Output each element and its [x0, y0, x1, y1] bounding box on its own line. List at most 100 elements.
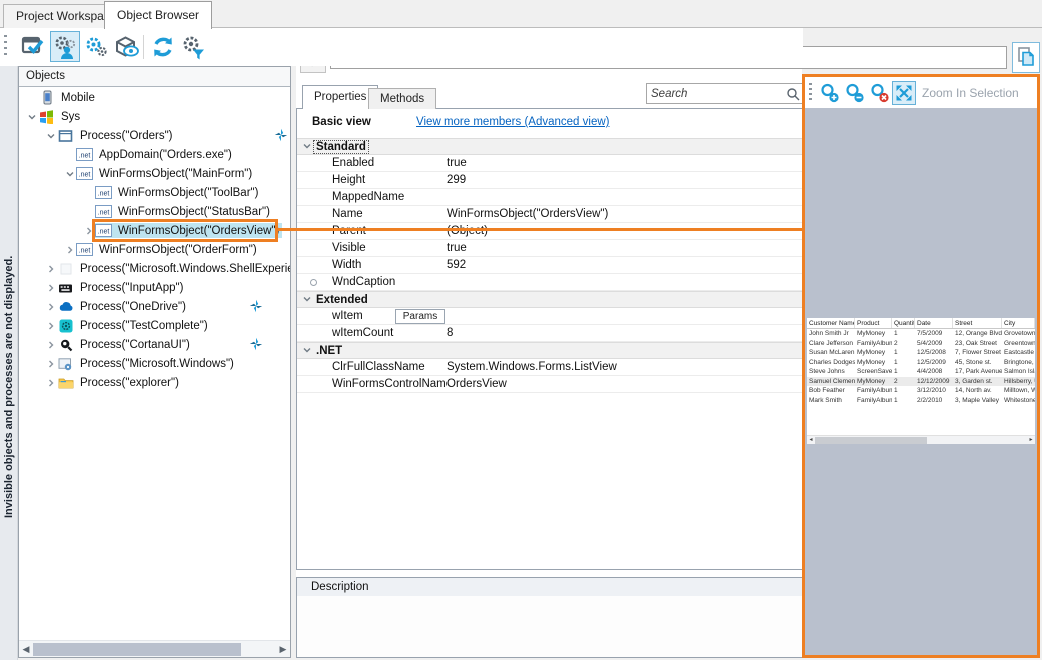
- property-row-wndcaption[interactable]: WndCaption: [297, 274, 802, 291]
- property-group-net[interactable]: .NET: [297, 342, 802, 359]
- property-name: WinFormsControlName: [332, 378, 447, 390]
- tree-expanded-chevron-icon[interactable]: [25, 110, 38, 123]
- scroll-left-arrow-icon[interactable]: ◀: [20, 643, 32, 655]
- tree-item-process-inputapp[interactable]: Process("InputApp"): [19, 278, 290, 297]
- tree-spacer: [25, 91, 38, 104]
- objects-tree-panel: Objects MobileSysProcess("Orders").netAp…: [18, 66, 291, 658]
- tree-item-label: Process("InputApp"): [77, 281, 186, 295]
- preview-cell: 12, Orange Blvd: [953, 329, 1002, 339]
- preview-cell: Greentown, CA: [1002, 339, 1035, 349]
- preview-cell: Clare Jefferson: [807, 339, 855, 349]
- object-visibility-icon[interactable]: [112, 31, 142, 62]
- property-value: System.Windows.Forms.ListView: [447, 361, 617, 373]
- property-group-extended[interactable]: Extended: [297, 291, 802, 308]
- tree-item-label: Process("Microsoft.Windows"): [77, 357, 237, 371]
- tree-collapsed-chevron-icon[interactable]: [44, 376, 57, 389]
- group-expanded-chevron-icon[interactable]: [302, 141, 314, 153]
- zoom-in-icon[interactable]: [817, 81, 841, 105]
- property-row-clrfullclassname[interactable]: ClrFullClassNameSystem.Windows.Forms.Lis…: [297, 359, 802, 376]
- properties-page: Basic view View more members (Advanced v…: [296, 108, 803, 570]
- zoom-selection-panel: Zoom In Selection Customer NameProductQu…: [802, 74, 1040, 658]
- services-gears-icon[interactable]: [81, 31, 111, 62]
- keyboard-icon: [57, 280, 74, 295]
- preview-data-row: Charles DodgesonMyMoney112/5/200945, Sto…: [807, 358, 1035, 368]
- tree-horizontal-scrollbar[interactable]: ◀ ▶: [19, 640, 290, 657]
- tree-collapsed-chevron-icon[interactable]: [44, 357, 57, 370]
- zoom-cancel-icon[interactable]: [867, 81, 891, 105]
- tree-item-winformsobject-mainform[interactable]: .netWinFormsObject("MainForm"): [19, 164, 290, 183]
- tree-item-label: Mobile: [58, 91, 98, 105]
- search-input[interactable]: [651, 85, 785, 102]
- tree-item-winformsobject-toolbar[interactable]: .netWinFormsObject("ToolBar"): [19, 183, 290, 202]
- group-expanded-chevron-icon[interactable]: [302, 345, 314, 357]
- tree-collapsed-chevron-icon[interactable]: [44, 300, 57, 313]
- filter-gear-icon[interactable]: [178, 31, 208, 62]
- property-row-parent[interactable]: Parent(Object)···: [297, 223, 802, 240]
- object-spy-icon[interactable]: [50, 31, 80, 62]
- toolbar-grip[interactable]: [4, 35, 7, 59]
- window-check-icon[interactable]: [19, 31, 49, 62]
- property-row-visible[interactable]: Visibletrue: [297, 240, 802, 257]
- tree-item-process-orders[interactable]: Process("Orders"): [19, 126, 290, 145]
- preview-cell: 1: [892, 396, 915, 406]
- tree-collapsed-chevron-icon[interactable]: [44, 319, 57, 332]
- tree-expanded-chevron-icon[interactable]: [44, 129, 57, 142]
- advanced-view-link[interactable]: View more members (Advanced view): [416, 116, 609, 128]
- preview-cell: Eastcastle: [1002, 348, 1035, 358]
- property-row-witemcount[interactable]: wItemCount8: [297, 325, 802, 342]
- preview-cell: Charles Dodgeson: [807, 358, 855, 368]
- tree-item-process-microsoft-windows[interactable]: Process("Microsoft.Windows"): [19, 354, 290, 373]
- tree-collapsed-chevron-icon[interactable]: [63, 243, 76, 256]
- preview-cell: 4/4/2008: [915, 367, 953, 377]
- tree-collapsed-chevron-icon[interactable]: [44, 281, 57, 294]
- property-row-winformscontrolname[interactable]: WinFormsControlNameOrdersView: [297, 376, 802, 393]
- share-badge-icon: [274, 128, 289, 143]
- params-button[interactable]: Params: [395, 309, 445, 324]
- tab-object-browser[interactable]: Object Browser: [104, 1, 212, 29]
- zoom-toolbar-grip[interactable]: [809, 83, 812, 103]
- property-row-mappedname[interactable]: MappedName: [297, 189, 802, 206]
- property-row-name[interactable]: NameWinFormsObject("OrdersView"): [297, 206, 802, 223]
- preview-cell: 23, Oak Street: [953, 339, 1002, 349]
- tree-item-mobile[interactable]: Mobile: [19, 88, 290, 107]
- scroll-right-arrow-icon[interactable]: ▶: [277, 643, 289, 655]
- zoom-out-icon[interactable]: [842, 81, 866, 105]
- tree-spacer: [82, 205, 95, 218]
- preview-header-row: Customer NameProductQuantityDateStreetCi…: [807, 318, 1035, 329]
- preview-scrollbar: ◂ ▸: [807, 435, 1035, 444]
- preview-cell: 12/12/2009: [915, 377, 953, 387]
- tree-item-process-testcomplete[interactable]: Process("TestComplete"): [19, 316, 290, 335]
- property-name: Width: [332, 259, 447, 271]
- tree-spacer: [82, 186, 95, 199]
- tree-item-appdomain-orders-exe[interactable]: .netAppDomain("Orders.exe"): [19, 145, 290, 164]
- fit-selection-icon[interactable]: [892, 81, 916, 105]
- preview-cell: FamilyAlbum: [855, 339, 892, 349]
- preview-data-row: Steve JohnsScreenSaver14/4/200817, Park …: [807, 367, 1035, 377]
- property-row-width[interactable]: Width592: [297, 257, 802, 274]
- tree-item-winformsobject-orderform[interactable]: .netWinFormsObject("OrderForm"): [19, 240, 290, 259]
- property-group-name: .NET: [314, 345, 344, 357]
- tree-item-process-onedrive[interactable]: Process("OneDrive"): [19, 297, 290, 316]
- property-name: wItemCount: [332, 327, 447, 339]
- copy-button[interactable]: [1012, 42, 1040, 73]
- tree-item-process-cortanaui[interactable]: Process("CortanaUI"): [19, 335, 290, 354]
- tree-item-process-explorer[interactable]: Process("explorer"): [19, 373, 290, 392]
- tree-expanded-chevron-icon[interactable]: [63, 167, 76, 180]
- tree-item-sys[interactable]: Sys: [19, 107, 290, 126]
- tree-item-process-microsoft-windows-shellexperience[interactable]: Process("Microsoft.Windows.ShellExperien…: [19, 259, 290, 278]
- group-expanded-chevron-icon[interactable]: [302, 294, 314, 306]
- tree-collapsed-chevron-icon[interactable]: [44, 262, 57, 275]
- tab-properties[interactable]: Properties: [302, 85, 378, 109]
- property-row-witem[interactable]: wItemParams: [297, 308, 802, 325]
- preview-cell: 2/2/2010: [915, 396, 953, 406]
- tab-methods[interactable]: Methods: [368, 88, 436, 109]
- tree-scrollbar-thumb[interactable]: [33, 643, 241, 656]
- svg-text:.net: .net: [98, 191, 110, 198]
- refresh-icon[interactable]: [148, 31, 178, 62]
- property-group-standard[interactable]: Standard: [297, 138, 802, 155]
- tree-collapsed-chevron-icon[interactable]: [44, 338, 57, 351]
- property-row-enabled[interactable]: Enabledtrue: [297, 155, 802, 172]
- preview-cell: Street: [953, 318, 1002, 328]
- preview-listview: Customer NameProductQuantityDateStreetCi…: [807, 318, 1035, 405]
- property-row-height[interactable]: Height299: [297, 172, 802, 189]
